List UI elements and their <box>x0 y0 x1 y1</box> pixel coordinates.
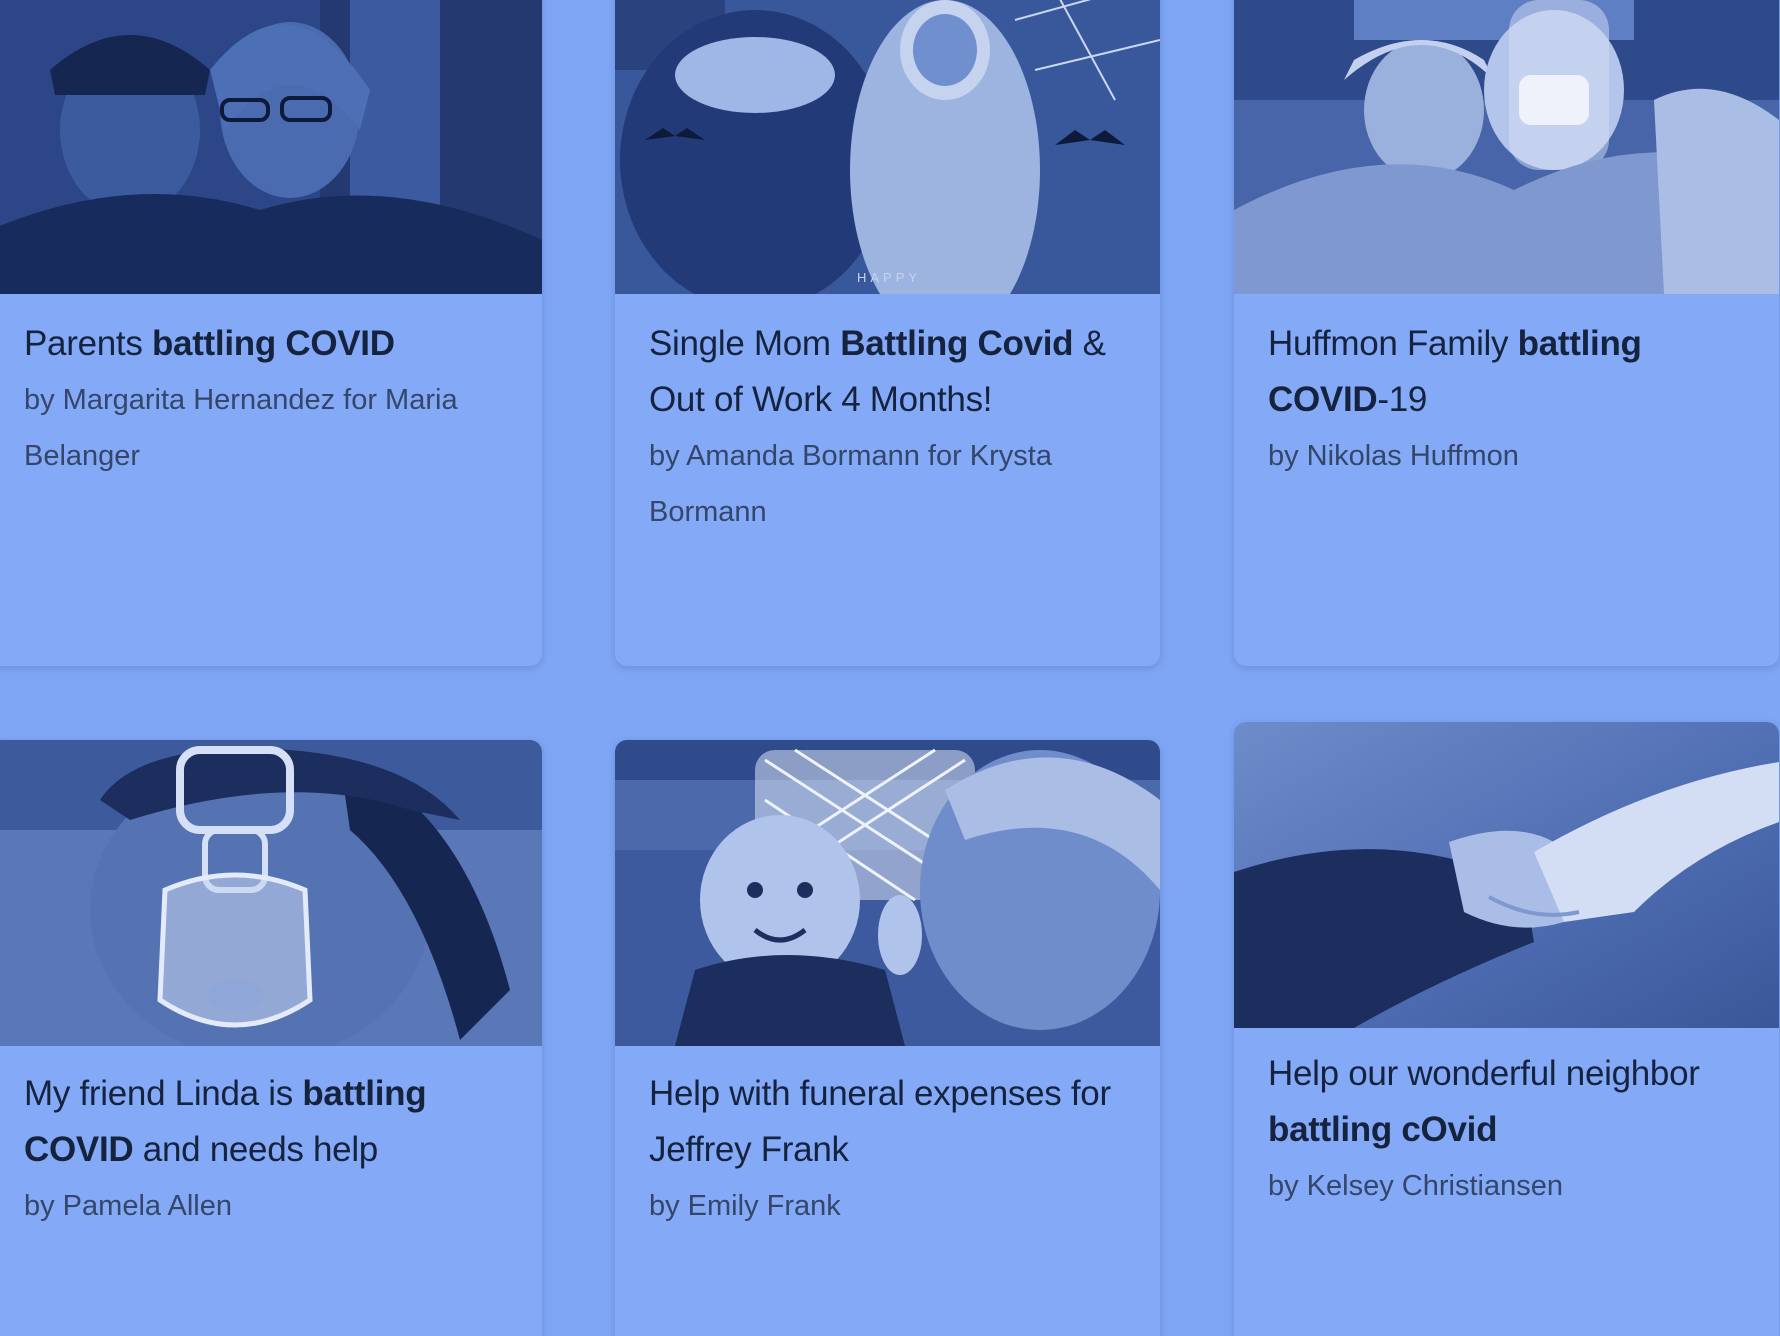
title-segment: Huffmon Family <box>1268 324 1518 363</box>
title-segment: Single Mom <box>649 324 841 363</box>
title-emphasis: Battling Covid <box>840 324 1074 363</box>
title-emphasis: battling cOvid <box>1268 1110 1498 1149</box>
fundraiser-photo[interactable] <box>615 740 1160 1046</box>
fundraiser-card[interactable]: Parents battling COVID by Margarita Hern… <box>0 0 542 666</box>
fundraiser-card[interactable]: Huffmon Family battling COVID-19 by Niko… <box>1234 0 1779 666</box>
fundraiser-author: by Pamela Allen <box>24 1190 232 1222</box>
fundraiser-card[interactable]: Help our wonderful neighbor battling cOv… <box>1234 722 1779 1336</box>
photo-hospital-icon <box>1234 0 1779 294</box>
photo-couple-icon <box>0 0 542 294</box>
fundraiser-photo[interactable] <box>0 0 542 294</box>
photo-holding-hands-icon <box>1234 722 1779 1028</box>
fundraiser-photo[interactable] <box>1234 0 1779 294</box>
fundraiser-title[interactable]: Parents battling COVID <box>24 316 516 372</box>
fundraiser-author: by Emily Frank <box>649 1190 841 1222</box>
title-segment: Help with funeral expenses for Jeffrey F… <box>649 1074 1111 1169</box>
title-segment: and needs help <box>133 1130 378 1169</box>
fundraiser-author: by Margarita Hernandez for Maria Belange… <box>24 384 458 472</box>
photo-oxygen-mask-icon <box>0 740 542 1046</box>
fundraiser-title[interactable]: Help our wonderful neighbor battling cOv… <box>1268 1046 1753 1158</box>
title-segment: Help our wonderful neighbor <box>1268 1054 1700 1093</box>
photo-halloween-icon: HAPPY <box>615 0 1160 294</box>
fundraiser-card[interactable]: My friend Linda is battling COVID and ne… <box>0 740 542 1336</box>
title-segment: My friend Linda is <box>24 1074 303 1113</box>
fundraiser-title[interactable]: My friend Linda is battling COVID and ne… <box>24 1066 516 1178</box>
fundraiser-photo[interactable]: HAPPY <box>615 0 1160 294</box>
title-segment: -19 <box>1377 380 1428 419</box>
photo-baby-grandfather-icon <box>615 740 1160 1046</box>
fundraiser-photo[interactable] <box>1234 722 1779 1028</box>
title-emphasis: battling COVID <box>151 324 395 363</box>
fundraiser-author: by Kelsey Christiansen <box>1268 1170 1563 1202</box>
fundraiser-title[interactable]: Single Mom Battling Covid & Out of Work … <box>649 316 1134 428</box>
title-segment: Parents <box>24 324 152 363</box>
fundraiser-author: by Amanda Bormann for Krysta Bormann <box>649 440 1052 528</box>
fundraiser-card[interactable]: HAPPY Single Mom Battling Covid & Out of… <box>615 0 1160 666</box>
fundraiser-photo[interactable] <box>0 740 542 1046</box>
fundraiser-card-grid: Parents battling COVID by Margarita Hern… <box>0 0 1780 1336</box>
fundraiser-title[interactable]: Help with funeral expenses for Jeffrey F… <box>649 1066 1134 1178</box>
halloween-caption: HAPPY <box>857 270 921 285</box>
fundraiser-card[interactable]: Help with funeral expenses for Jeffrey F… <box>615 740 1160 1336</box>
fundraiser-title[interactable]: Huffmon Family battling COVID-19 <box>1268 316 1753 428</box>
fundraiser-author: by Nikolas Huffmon <box>1268 440 1519 472</box>
